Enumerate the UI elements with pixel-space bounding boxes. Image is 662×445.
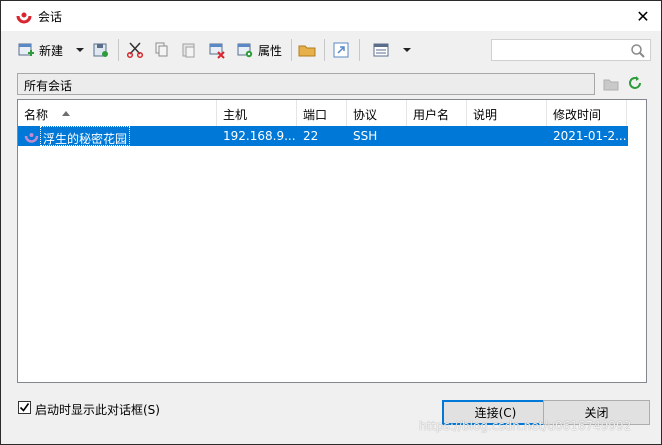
- chevron-down-icon: [403, 46, 411, 54]
- sessions-dialog: 会话 ✕ 新建 属性 所有会话 名称 主机 端口 协议 用户名 说明 修改时间 …: [0, 0, 662, 445]
- toolbar-divider: [291, 39, 292, 61]
- session-protocol: SSH: [353, 129, 378, 143]
- folder-up-icon[interactable]: [603, 76, 619, 95]
- column-header-modified[interactable]: 修改时间: [547, 100, 627, 126]
- cut-button[interactable]: [126, 39, 144, 61]
- scissors-icon: [126, 41, 144, 59]
- properties-icon: [236, 41, 254, 59]
- column-header-description[interactable]: 说明: [467, 100, 547, 126]
- startup-checkbox[interactable]: [18, 401, 31, 414]
- column-header-host[interactable]: 主机: [217, 100, 297, 126]
- shortcut-icon: [332, 41, 350, 59]
- save-session-button[interactable]: [92, 39, 110, 61]
- toolbar-divider: [359, 39, 360, 61]
- toolbar-divider: [324, 39, 325, 61]
- session-modified: 2021-01-2...: [553, 129, 627, 143]
- refresh-icon[interactable]: [626, 74, 644, 95]
- table-row[interactable]: 浮生的秘密花园 192.168.9... 22 SSH 2021-01-2...: [18, 126, 628, 146]
- title-bar: 会话 ✕: [1, 1, 661, 31]
- toolbar: 新建 属性: [1, 31, 661, 68]
- window-title: 会话: [38, 10, 63, 24]
- column-header-name[interactable]: 名称: [18, 100, 217, 126]
- chevron-down-icon: [76, 46, 84, 54]
- view-dropdown[interactable]: [403, 39, 411, 61]
- startup-checkbox-label[interactable]: 启动时显示此对话框(S): [35, 401, 160, 418]
- sort-ascending-icon: [62, 111, 70, 116]
- column-header-protocol[interactable]: 协议: [347, 100, 407, 126]
- search-input[interactable]: [491, 39, 651, 61]
- folder-icon: [298, 41, 316, 59]
- session-port: 22: [303, 129, 319, 143]
- search-icon: [630, 43, 646, 62]
- properties-button[interactable]: 属性: [236, 39, 282, 61]
- xshell-logo-icon: [15, 7, 33, 25]
- shortcut-button[interactable]: [332, 39, 350, 61]
- properties-label: 属性: [258, 43, 283, 58]
- session-list[interactable]: 名称 主机 端口 协议 用户名 说明 修改时间 浮生的秘密花园 192.168.…: [17, 99, 647, 383]
- list-header: 名称 主机 端口 协议 用户名 说明 修改时间: [18, 100, 646, 126]
- copy-icon: [153, 41, 171, 59]
- new-session-label: 新建: [39, 43, 64, 58]
- paste-button[interactable]: [180, 39, 198, 61]
- copy-button[interactable]: [153, 39, 171, 61]
- toolbar-divider: [118, 39, 119, 61]
- new-session-button[interactable]: 新建: [17, 39, 63, 61]
- new-session-icon: [17, 41, 35, 59]
- delete-icon: [208, 41, 226, 59]
- close-window-button[interactable]: ✕: [625, 1, 661, 31]
- paste-icon: [180, 41, 198, 59]
- save-icon: [92, 41, 110, 59]
- folder-path: 所有会话: [17, 73, 595, 95]
- checkmark-icon: [19, 403, 30, 412]
- new-folder-button[interactable]: [298, 39, 316, 61]
- column-header-username[interactable]: 用户名: [407, 100, 467, 126]
- session-host: 192.168.9...: [223, 129, 296, 143]
- delete-button[interactable]: [208, 39, 226, 61]
- view-button[interactable]: [372, 39, 390, 61]
- session-name: 浮生的秘密花园: [40, 126, 131, 146]
- view-list-icon: [372, 41, 390, 59]
- watermark-text: https://blog.csdn.net/u0616749992: [419, 419, 632, 433]
- column-header-port[interactable]: 端口: [297, 100, 347, 126]
- session-icon: [24, 128, 39, 146]
- new-session-dropdown[interactable]: [76, 39, 84, 61]
- column-header-label: 名称: [24, 108, 49, 122]
